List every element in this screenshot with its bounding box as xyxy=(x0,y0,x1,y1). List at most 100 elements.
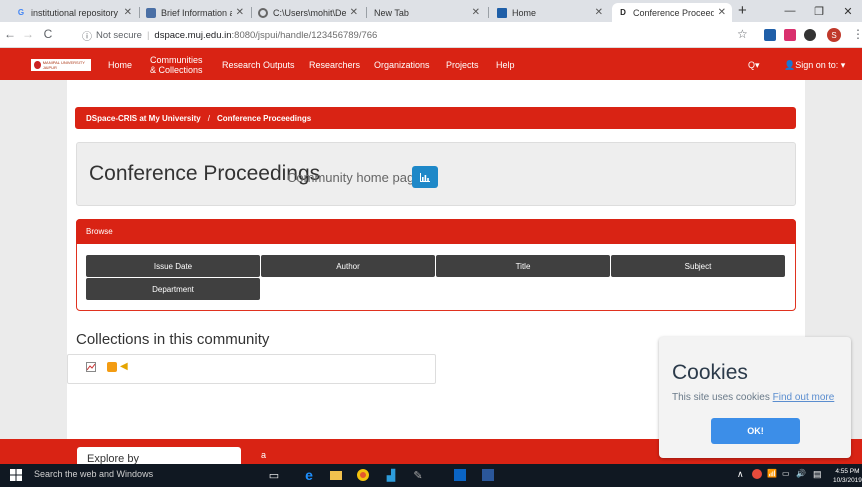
university-logo[interactable]: MANIPAL UNIVERSITY JAIPUR xyxy=(31,59,91,71)
antivirus-icon[interactable] xyxy=(752,469,762,479)
google-icon: G xyxy=(17,8,25,17)
profile-avatar[interactable]: S xyxy=(827,28,841,42)
nav-communities[interactable]: Communities & Collections xyxy=(150,55,203,75)
explore-by-box: Explore by xyxy=(77,447,241,465)
calendar-icon xyxy=(497,7,507,18)
security-label: Not secure xyxy=(96,29,142,41)
browse-department-button[interactable]: Department xyxy=(86,278,260,300)
outlook-icon[interactable] xyxy=(452,467,468,483)
close-tab-icon[interactable]: ✕ xyxy=(350,7,358,18)
browse-subject-button[interactable]: Subject xyxy=(611,255,785,277)
nav-search[interactable]: Q▾ xyxy=(748,60,760,70)
user-icon: 👤 xyxy=(784,60,796,70)
info-icon[interactable]: ⓘ xyxy=(82,28,92,43)
tab-local-file[interactable]: C:\Users\mohit\Desktop ✕ xyxy=(252,3,364,22)
word-icon[interactable] xyxy=(480,467,496,483)
taskbar-search-box[interactable]: Search the web and Windows xyxy=(34,469,153,479)
page-subtitle: Community home page xyxy=(287,170,422,185)
tab-brief-information[interactable]: Brief Information about ✕ xyxy=(140,3,250,22)
nav-help[interactable]: Help xyxy=(496,60,515,70)
network-icon[interactable]: ▭ xyxy=(782,469,790,478)
url-path: :8080/jspui/handle/123456789/766 xyxy=(231,29,378,41)
collections-heading: Collections in this community xyxy=(76,331,270,348)
logo-mark-icon xyxy=(34,61,41,69)
chrome-icon xyxy=(258,7,268,18)
chrome-icon[interactable] xyxy=(355,467,371,483)
chevron-up-icon[interactable]: ∧ xyxy=(737,469,744,480)
menu-dots-icon[interactable]: ⋮ xyxy=(852,27,862,41)
reload-icon[interactable]: C xyxy=(40,26,56,42)
close-window-icon[interactable]: ✕ xyxy=(834,0,862,22)
tab-title: Brief Information about xyxy=(161,7,232,18)
maximize-icon[interactable]: ❐ xyxy=(805,0,833,22)
windows-start-icon[interactable] xyxy=(10,469,22,481)
nav-sign-on[interactable]: 👤Sign on to: ▾ xyxy=(784,60,845,70)
clock-date: 10/3/2019 xyxy=(833,477,862,484)
atom-feed-icon[interactable]: ◀ xyxy=(120,361,128,372)
breadcrumb-root-link[interactable]: DSpace-CRIS at My University xyxy=(86,114,201,123)
extension-icon[interactable] xyxy=(804,29,816,41)
browse-title-button[interactable]: Title xyxy=(436,255,610,277)
tab-conference-proceedings[interactable]: D Conference Proceedings ✕ xyxy=(612,3,732,22)
nav-communities-line2: & Collections xyxy=(150,65,203,75)
breadcrumb-separator: / xyxy=(207,113,210,123)
new-tab-button[interactable]: + xyxy=(738,2,747,19)
dspace-icon: D xyxy=(620,8,626,17)
extension-icon[interactable] xyxy=(784,29,796,41)
nav-research-outputs[interactable]: Research Outputs xyxy=(222,60,295,70)
browse-author-button[interactable]: Author xyxy=(261,255,435,277)
nav-communities-line1: Communities xyxy=(150,55,203,65)
extension-icon[interactable] xyxy=(764,29,776,41)
divider: | xyxy=(146,29,150,41)
tab-separator xyxy=(488,7,489,18)
logo-text: MANIPAL UNIVERSITY JAIPUR xyxy=(42,60,85,70)
cookie-message: This site uses cookies Find out more xyxy=(672,392,834,403)
file-explorer-icon[interactable] xyxy=(328,467,344,483)
page-title: Conference Proceedings xyxy=(89,162,321,185)
tab-title: Conference Proceedings xyxy=(633,7,714,18)
cookie-title: Cookies xyxy=(672,361,748,384)
close-tab-icon[interactable]: ✕ xyxy=(718,7,726,18)
tab-title: institutional repository xyxy=(31,7,119,18)
wifi-icon[interactable]: 📶 xyxy=(767,469,777,478)
bookmark-icon xyxy=(146,7,156,18)
volume-icon[interactable]: 🔊 xyxy=(796,469,806,478)
minimize-icon[interactable]: — xyxy=(776,0,804,22)
tab-title: New Tab xyxy=(374,7,409,18)
stats-app-icon[interactable]: ▟ xyxy=(383,467,399,483)
taskbar-clock[interactable]: 4:55 PM 10/3/2019 xyxy=(833,467,862,485)
close-tab-icon[interactable]: ✕ xyxy=(595,7,603,18)
pen-tool-icon[interactable]: ✎ xyxy=(410,467,426,483)
nav-projects[interactable]: Projects xyxy=(446,60,479,70)
tab-home[interactable]: Home ✕ xyxy=(491,3,609,22)
address-bar[interactable]: ⓘ Not secure | dspace.muj.edu.in :8080/j… xyxy=(82,25,722,45)
tab-new-tab[interactable]: New Tab ✕ xyxy=(368,3,486,22)
task-view-icon[interactable]: ▭ xyxy=(266,467,282,483)
cookie-find-out-more-link[interactable]: Find out more xyxy=(773,392,835,403)
browse-issue-date-button[interactable]: Issue Date xyxy=(86,255,260,277)
notification-icon[interactable]: ▤ xyxy=(813,469,822,480)
tab-separator xyxy=(366,7,367,18)
nav-organizations[interactable]: Organizations xyxy=(374,60,430,70)
close-tab-icon[interactable]: ✕ xyxy=(472,7,480,18)
nav-researchers[interactable]: Researchers xyxy=(309,60,360,70)
chart-icon[interactable] xyxy=(86,362,96,372)
search-icon: Q xyxy=(748,60,756,70)
nav-home[interactable]: Home xyxy=(108,60,132,70)
rss-icon[interactable] xyxy=(107,362,117,372)
tab-institutional-repository[interactable]: G institutional repository ✕ xyxy=(10,3,138,22)
forward-arrow-icon[interactable]: → xyxy=(20,26,36,42)
back-arrow-icon[interactable]: ← xyxy=(2,26,18,42)
edge-icon[interactable]: e xyxy=(301,467,317,483)
close-tab-icon[interactable]: ✕ xyxy=(236,7,244,18)
close-tab-icon[interactable]: ✕ xyxy=(124,7,132,18)
cookie-text: This site uses cookies xyxy=(672,392,770,403)
cookie-ok-button[interactable]: OK! xyxy=(711,418,800,444)
url-host: dspace.muj.edu.in xyxy=(154,29,232,41)
bookmark-star-icon[interactable]: ☆ xyxy=(737,27,748,41)
browse-panel-header: Browse xyxy=(76,219,796,244)
sign-on-label: Sign on to: xyxy=(795,60,839,70)
clock-time: 4:55 PM xyxy=(835,468,860,475)
tab-title: C:\Users\mohit\Desktop xyxy=(273,7,346,18)
statistics-button[interactable] xyxy=(412,166,438,188)
